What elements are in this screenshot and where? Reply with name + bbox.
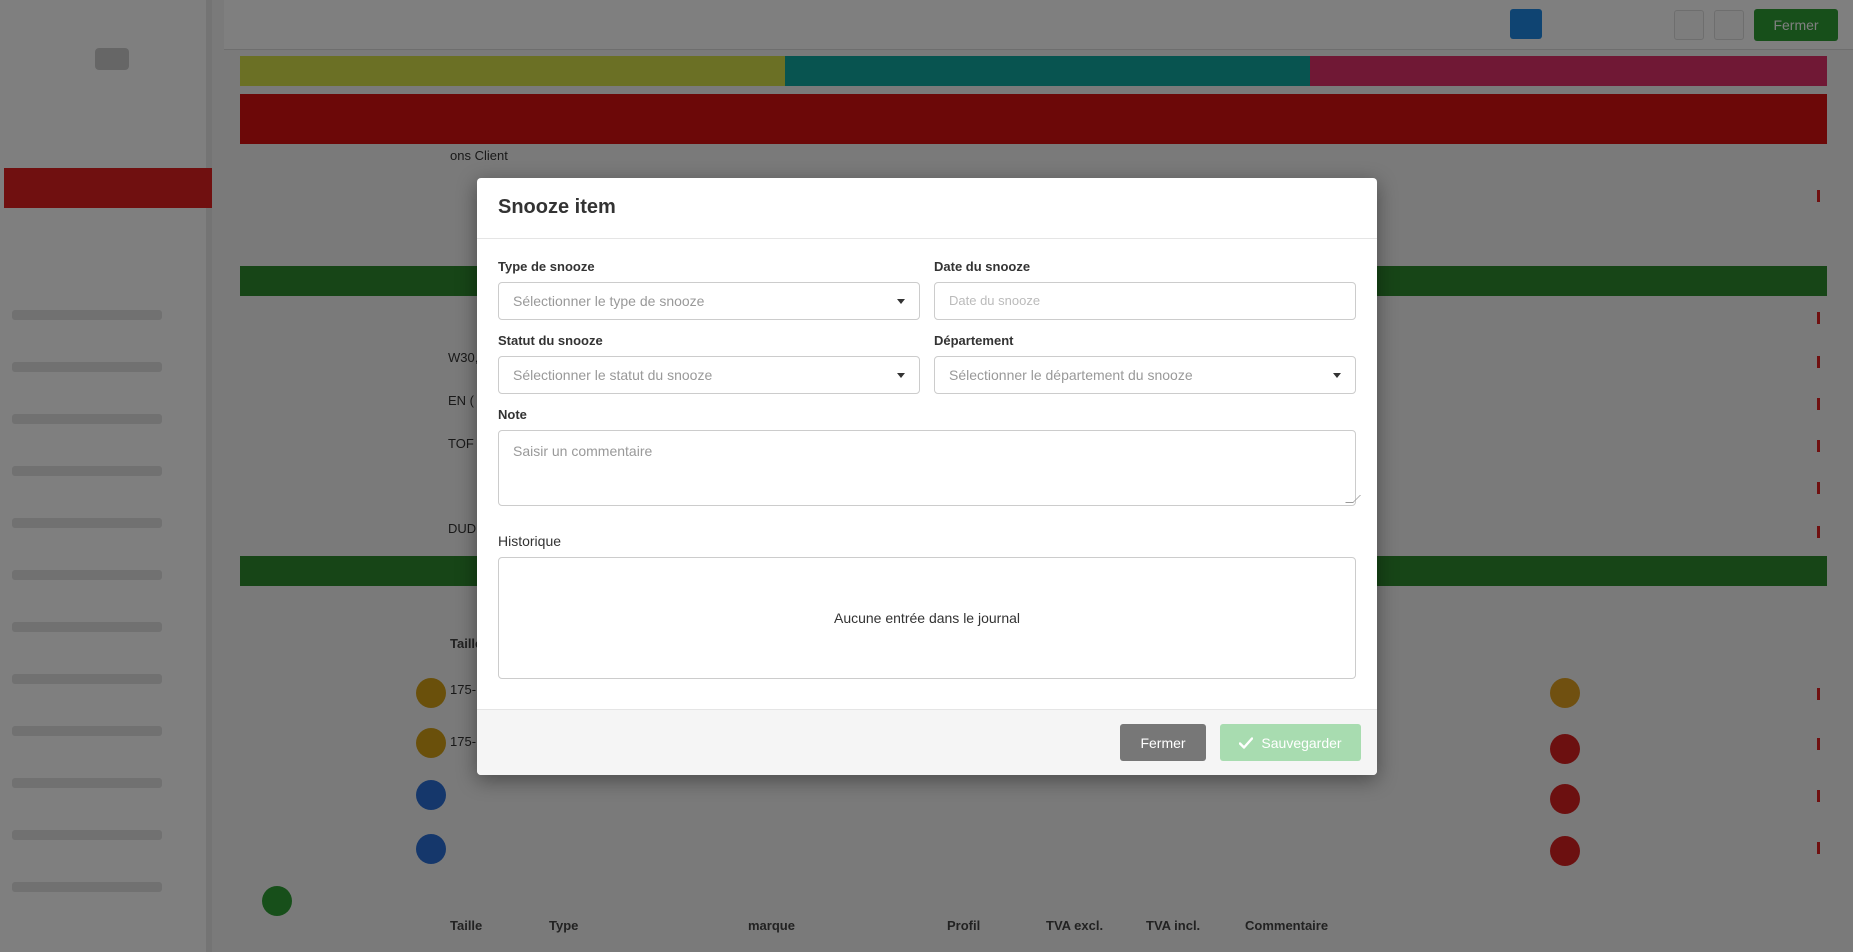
caret-down-icon xyxy=(897,373,905,378)
modal-body: Type de snooze Sélectionner le type de s… xyxy=(477,239,1377,709)
caret-down-icon xyxy=(897,299,905,304)
snooze-modal: Snooze item Type de snooze Sélectionner … xyxy=(477,178,1377,775)
history-log: Aucune entrée dans le journal xyxy=(498,557,1356,679)
snooze-status-select[interactable]: Sélectionner le statut du snooze xyxy=(498,356,920,394)
close-button[interactable]: Fermer xyxy=(1120,724,1206,761)
department-label: Département xyxy=(934,333,1014,348)
snooze-date-placeholder: Date du snooze xyxy=(949,293,1041,308)
history-empty-text: Aucune entrée dans le journal xyxy=(833,610,1021,626)
snooze-type-select[interactable]: Sélectionner le type de snooze xyxy=(498,282,920,320)
modal-header: Snooze item xyxy=(477,178,1377,239)
snooze-date-label: Date du snooze xyxy=(934,259,1031,274)
snooze-date-input[interactable]: Date du snooze xyxy=(934,282,1356,320)
caret-down-icon xyxy=(1333,373,1341,378)
save-button-label: Sauvegarder xyxy=(1261,734,1342,751)
snooze-type-label: Type de snooze xyxy=(498,259,595,274)
snooze-status-placeholder: Sélectionner le statut du snooze xyxy=(513,367,713,383)
resize-grip-icon[interactable] xyxy=(1345,495,1361,503)
note-textarea[interactable]: Saisir un commentaire xyxy=(498,430,1361,506)
snooze-type-placeholder: Sélectionner le type de snooze xyxy=(513,293,705,309)
note-label: Note xyxy=(498,407,527,422)
note-placeholder: Saisir un commentaire xyxy=(513,443,653,459)
department-select[interactable]: Sélectionner le département du snooze xyxy=(934,356,1356,394)
save-button[interactable]: Sauvegarder xyxy=(1220,724,1361,761)
check-icon xyxy=(1239,736,1254,749)
modal-footer: Fermer Sauvegarder xyxy=(477,709,1377,775)
snooze-status-label: Statut du snooze xyxy=(498,333,603,348)
modal-title: Snooze item xyxy=(498,196,616,218)
department-placeholder: Sélectionner le département du snooze xyxy=(949,367,1193,383)
history-label: Historique xyxy=(498,533,562,549)
